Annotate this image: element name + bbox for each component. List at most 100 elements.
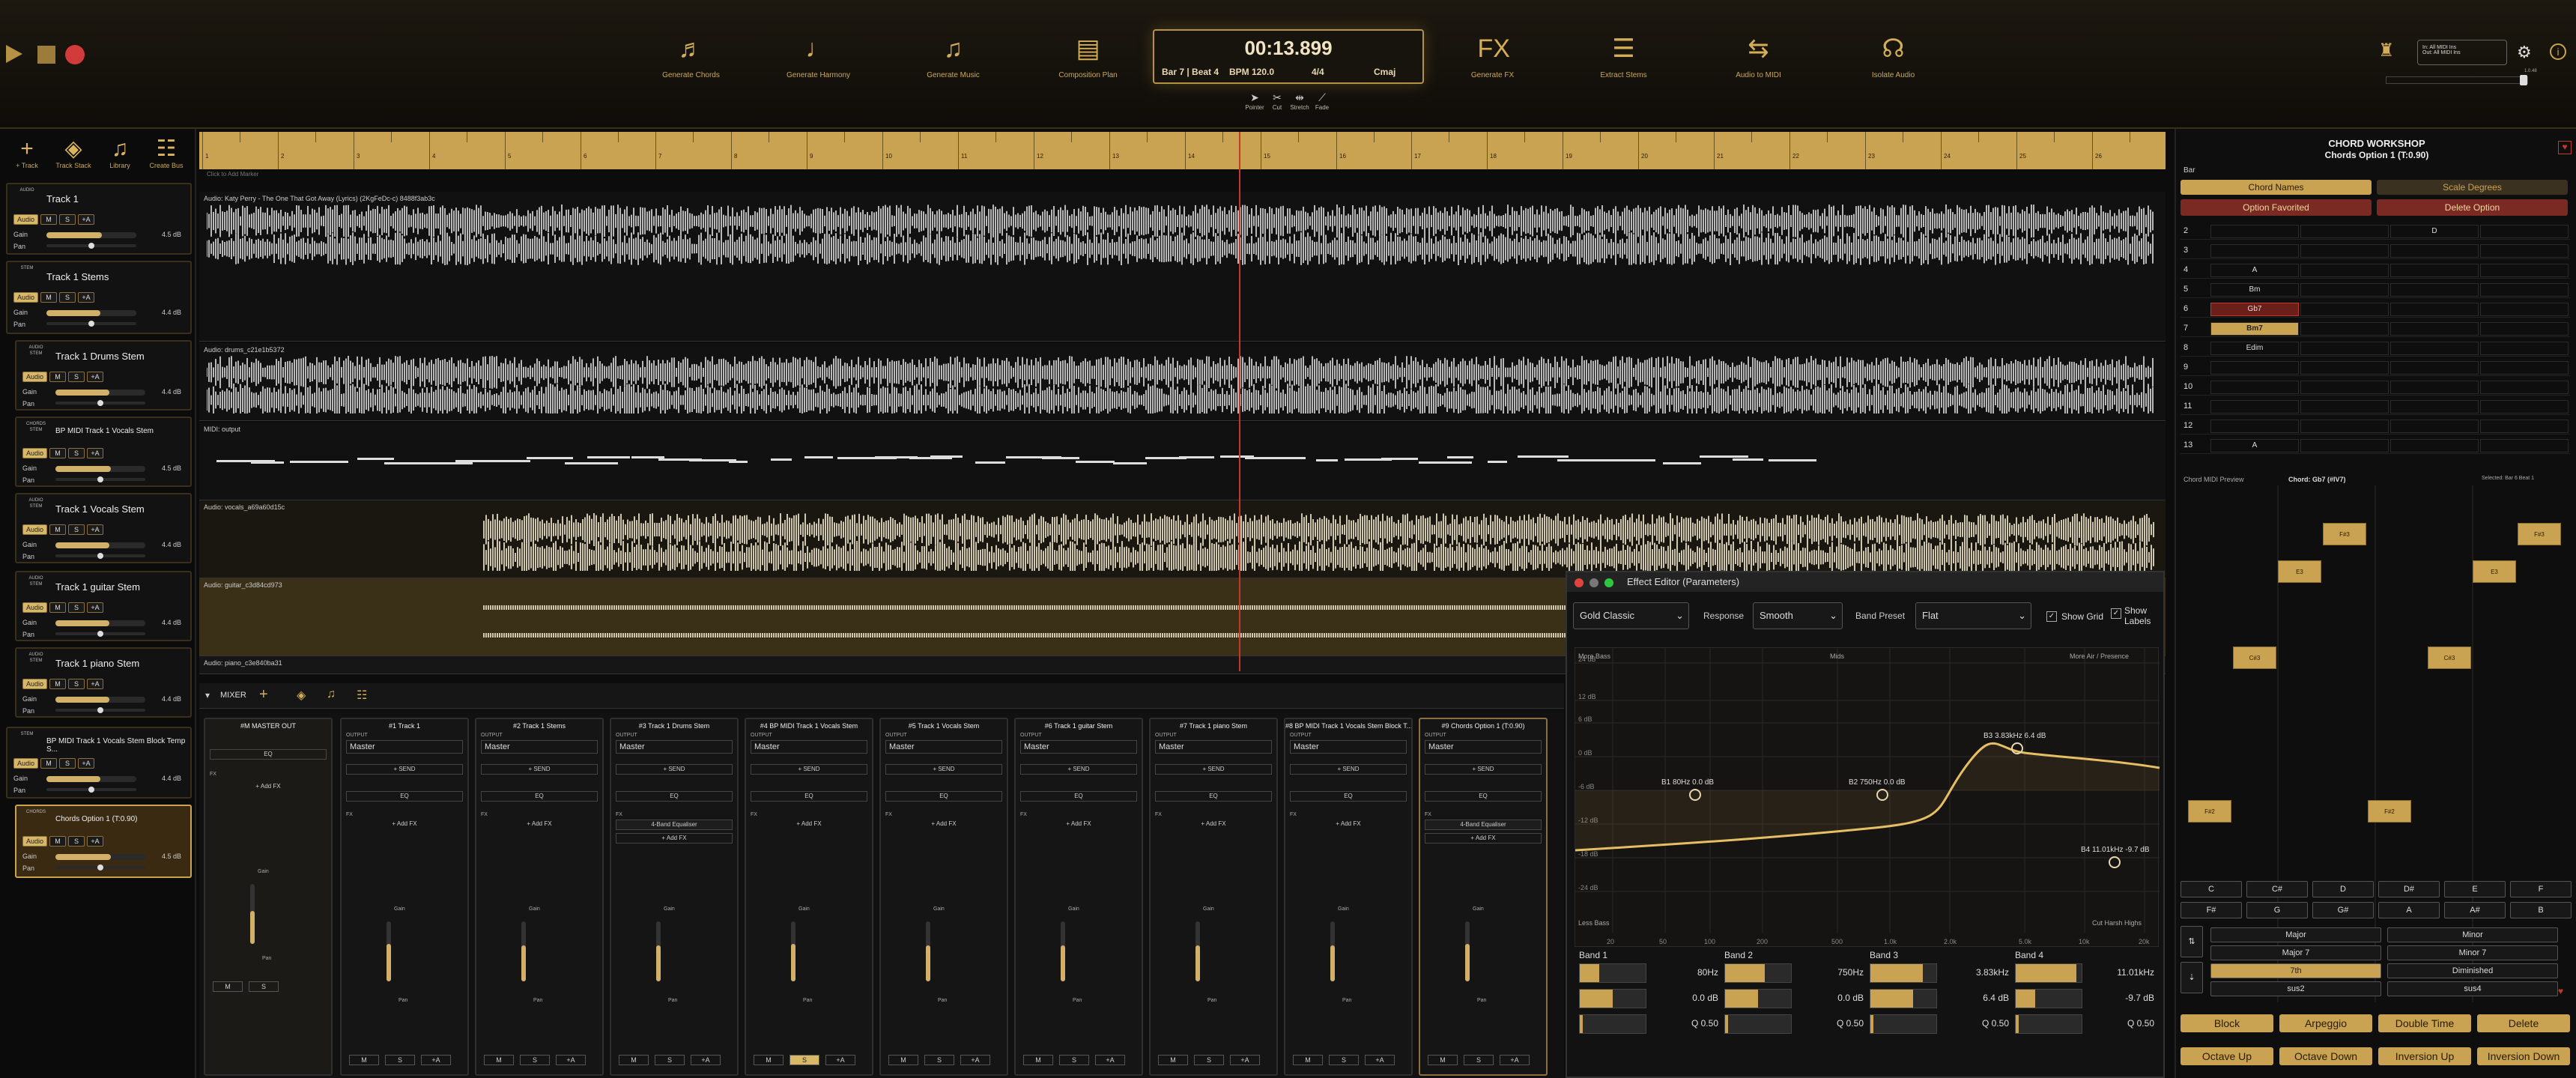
send-button[interactable]: + SEND (616, 764, 733, 775)
delete-option-button[interactable]: Delete Option (2377, 199, 2568, 216)
band-freq-row[interactable]: 11.01kHz (2015, 963, 2157, 983)
track-m-button[interactable]: M (49, 836, 67, 847)
track-audio-button[interactable]: Audio (13, 214, 39, 225)
eq-button[interactable]: EQ (1425, 791, 1542, 802)
track-m-button[interactable]: M (49, 602, 67, 613)
track-audio-button[interactable]: Audio (22, 602, 48, 613)
chord-cell[interactable]: Gb7 (2210, 303, 2299, 316)
pan-knob[interactable] (97, 631, 103, 637)
pan-slider[interactable] (55, 553, 145, 559)
left-librarybutton[interactable]: ♫ Library (97, 136, 142, 169)
mute-button[interactable]: M (213, 981, 243, 992)
tab-scale-degrees[interactable]: Scale Degrees (2377, 180, 2568, 195)
eq-button[interactable]: EQ (1290, 791, 1407, 802)
track-name[interactable]: Track 1 (46, 193, 79, 205)
chord-cell[interactable] (2300, 400, 2389, 414)
track-m-button[interactable]: M (49, 372, 67, 382)
chord-cell[interactable]: Edim (2210, 342, 2299, 355)
left-create-busbutton[interactable]: ☷ Create Bus (144, 136, 189, 169)
mute-button[interactable]: M (1293, 1055, 1323, 1065)
band-q-row[interactable]: Q 0.50 (1870, 1014, 2012, 1034)
chord-cell[interactable] (2480, 283, 2569, 297)
library-icon[interactable]: ♫ (327, 688, 336, 701)
gain-fader[interactable] (1465, 921, 1470, 981)
solo-button[interactable]: S (790, 1055, 819, 1065)
tool-audio-to-midi[interactable]: ⇆ Audio to MIDI (1697, 19, 1820, 131)
arm-button[interactable]: +A (556, 1055, 586, 1065)
gain-fader[interactable] (791, 921, 795, 981)
show-labels-checkbox[interactable]: ✓ (2111, 608, 2121, 619)
bus-icon[interactable]: ☷ (357, 688, 367, 703)
show-grid-checkbox[interactable]: ✓ (2046, 611, 2057, 622)
pan-slider[interactable] (46, 787, 136, 793)
add-fx-button[interactable]: + Add FX (1155, 820, 1272, 830)
midi-note[interactable]: C#3 (2233, 647, 2276, 669)
midi-note[interactable]: F#3 (2518, 523, 2561, 545)
tool-generate-music[interactable]: ♫ Generate Music (891, 19, 1015, 131)
band-freq-bar[interactable] (1870, 963, 1937, 983)
gain-fader[interactable] (387, 921, 391, 981)
cursor-tool-cut[interactable]: ✂ Cut (1266, 91, 1288, 111)
tool-generate-fx[interactable]: FX Generate FX (1431, 19, 1554, 131)
mute-button[interactable]: M (484, 1055, 514, 1065)
track-header[interactable]: AUDIO STEM Track 1 piano Stem Audio M S +A Gai… (15, 647, 192, 718)
gain-fader[interactable] (521, 921, 526, 981)
track-s-button[interactable]: S (68, 372, 85, 382)
gain-slider[interactable] (46, 776, 136, 782)
mute-button[interactable]: M (888, 1055, 918, 1065)
track-header[interactable]: CHORDS Chords Option 1 (T:0.90) Audio M S +A G… (15, 805, 192, 878)
quality-button[interactable]: Minor 7 (2387, 945, 2558, 960)
left-track-stackbutton[interactable]: ◈ Track Stack (51, 136, 96, 169)
chord-cell[interactable] (2390, 342, 2479, 355)
tool-composition-plan[interactable]: ▤ Composition Plan (1026, 19, 1150, 131)
tool-isolate-audio[interactable]: ☊ Isolate Audio (1831, 19, 1955, 131)
track-s-button[interactable]: S (59, 292, 76, 303)
chord-cell[interactable] (2480, 244, 2569, 258)
key-button[interactable]: A# (2444, 902, 2506, 918)
tool-generate-chords[interactable]: ♬ Generate Chords (629, 19, 753, 131)
up-arrow-icon[interactable]: ⇅ (2180, 926, 2203, 957)
output-dropdown[interactable]: Master (1425, 740, 1542, 754)
send-button[interactable]: + SEND (346, 764, 463, 775)
pan-slider[interactable] (55, 707, 145, 713)
collapse-icon[interactable]: ▾ (205, 690, 210, 700)
add-fx-button[interactable]: + Add FX (481, 820, 598, 830)
add-fx-button[interactable]: + Add FX (1425, 833, 1542, 844)
track-name[interactable]: Track 1 Drums Stem (55, 351, 145, 362)
cursor-tool-fade[interactable]: ⟋ Fade (1311, 91, 1333, 111)
chord-cell[interactable] (2300, 381, 2389, 394)
track-audio-button[interactable]: Audio (22, 679, 48, 689)
gain-fader[interactable] (250, 884, 255, 944)
chord-cell[interactable] (2300, 322, 2389, 336)
chord-cell[interactable]: A (2210, 264, 2299, 277)
chord-cell[interactable] (2390, 244, 2479, 258)
solo-button[interactable]: S (249, 981, 279, 992)
eq-button[interactable]: EQ (1155, 791, 1272, 802)
fx-slot[interactable]: 4-Band Equaliser (616, 820, 733, 830)
track-audio-button[interactable]: Audio (22, 524, 48, 535)
track-s-button[interactable]: S (68, 448, 85, 458)
midi-note[interactable]: E3 (2473, 560, 2516, 583)
chord-cell[interactable] (2300, 264, 2389, 277)
midi-io-box[interactable]: In: All MIDI Ins Out: All MIDI Ins (2417, 40, 2507, 65)
tool-extract-stems[interactable]: ☰ Extract Stems (1562, 19, 1685, 131)
track-name[interactable]: Track 1 guitar Stem (55, 581, 140, 593)
send-button[interactable]: + SEND (1155, 764, 1272, 775)
quality-button[interactable]: Diminished (2387, 963, 2558, 978)
pan-knob[interactable] (97, 400, 103, 406)
gain-slider[interactable] (46, 232, 136, 238)
track-name[interactable]: Track 1 Vocals Stem (55, 503, 145, 515)
chord-cell[interactable] (2480, 225, 2569, 238)
chord-cell[interactable] (2390, 264, 2479, 277)
add-fx-button[interactable]: + Add FX (616, 833, 733, 844)
minimize-icon[interactable] (1589, 578, 1598, 587)
quality-button[interactable]: Major 7 (2210, 945, 2381, 960)
action-octave-up-button[interactable]: Octave Up (2180, 1047, 2273, 1065)
quality-button[interactable]: 7th (2210, 963, 2381, 978)
track-a-button[interactable]: +A (78, 292, 95, 303)
midi-note[interactable]: F#3 (2323, 523, 2366, 545)
cursor-tool-pointer[interactable]: ➤ Pointer (1243, 91, 1266, 111)
key-button[interactable]: D# (2378, 881, 2440, 897)
chord-cell[interactable] (2210, 361, 2299, 375)
eq-button[interactable]: EQ (346, 791, 463, 802)
